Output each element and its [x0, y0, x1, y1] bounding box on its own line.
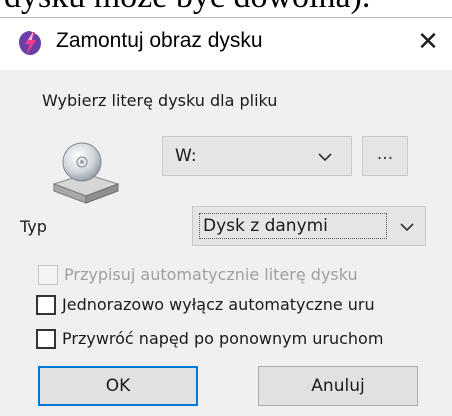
title-bar: Zamontuj obraz dysku ✕ — [0, 18, 452, 70]
mount-image-dialog: Zamontuj obraz dysku ✕ Wybierz literę dy… — [0, 17, 452, 416]
chevron-down-icon — [318, 153, 332, 162]
type-value: Dysk z danymi — [203, 216, 328, 236]
type-dropdown[interactable]: Dysk z danymi — [192, 206, 426, 246]
ok-button[interactable]: OK — [38, 366, 198, 406]
auto-assign-checkbox[interactable] — [38, 265, 58, 285]
restore-drive-checkbox[interactable] — [36, 329, 56, 349]
drive-letter-dropdown[interactable]: W: — [162, 136, 352, 176]
disable-autorun-checkbox[interactable] — [36, 295, 56, 315]
browse-button[interactable]: ... — [362, 136, 408, 176]
optical-drive-icon — [52, 142, 120, 204]
type-label: Typ — [20, 217, 47, 236]
auto-assign-label: Przypisuj automatycznie literę dysku — [64, 265, 358, 284]
chevron-down-icon — [400, 223, 414, 232]
drive-letter-label: Wybierz literę dysku dla pliku — [42, 91, 278, 110]
restore-drive-label: Przywróć napęd po ponownym uruchom — [62, 329, 384, 348]
background-document-text: dysku może być dowolna). — [4, 0, 370, 16]
app-lightning-icon — [19, 31, 41, 55]
cancel-button[interactable]: Anuluj — [258, 366, 418, 406]
close-button[interactable]: ✕ — [410, 24, 446, 60]
dialog-title: Zamontuj obraz dysku — [56, 29, 263, 52]
drive-letter-value: W: — [175, 146, 197, 166]
close-icon: ✕ — [417, 27, 439, 57]
disable-autorun-label: Jednorazowo wyłącz automatyczne uru — [62, 295, 375, 314]
